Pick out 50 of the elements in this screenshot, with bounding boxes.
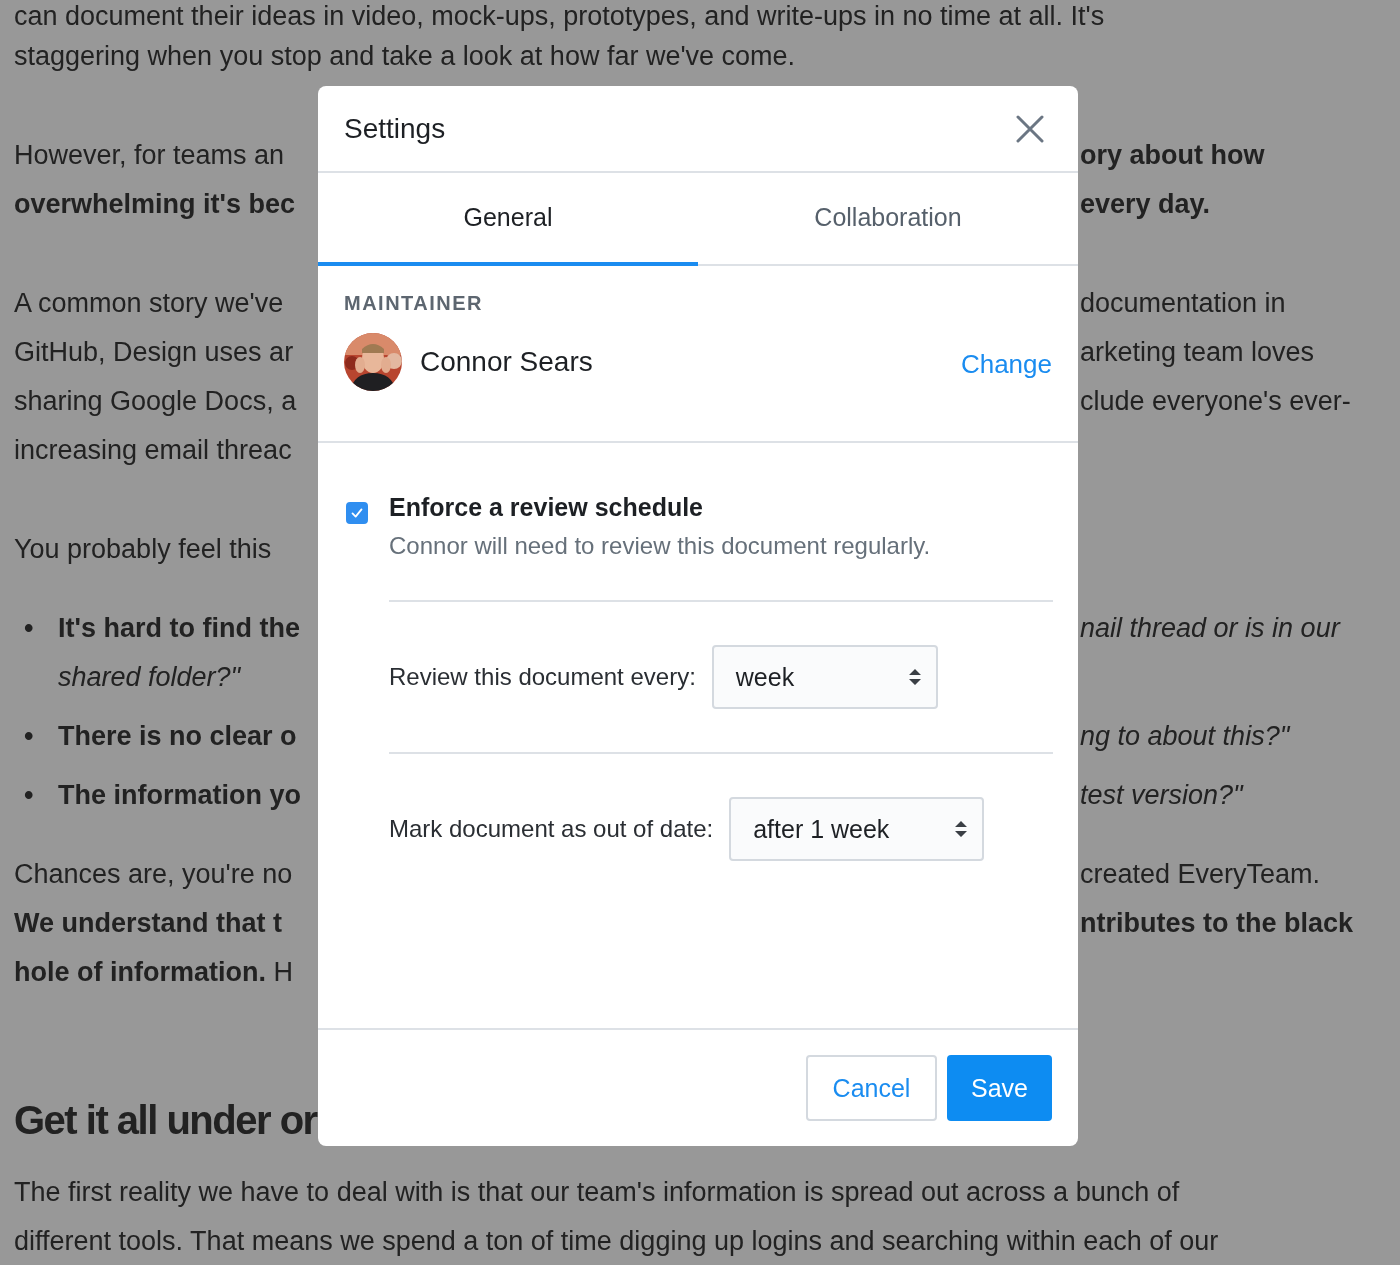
field-label: Mark document as out of date: (389, 815, 714, 843)
paragraph-fragment: We understand that t (14, 908, 282, 939)
paragraph-fragment: ng to about this?" (1080, 721, 1290, 751)
paragraph-line: can document their ideas in video, mock-ups, prototypes, and write-ups in no time at all. It's (13, 1, 1105, 32)
option-description: Connor will need to review this document regularly. (389, 532, 931, 560)
paragraph-fragment: increasing email threac (14, 435, 292, 466)
paragraph-fragment: every day. (1080, 189, 1211, 219)
paragraph-fragment: overwhelming it's bec (14, 189, 295, 220)
dialog-title: Settings (344, 112, 446, 145)
cancel-button[interactable]: Cancel (806, 1055, 937, 1121)
paragraph-fragment: created EveryTeam. (1080, 859, 1321, 889)
select-field[interactable]: after 1 week (729, 797, 985, 861)
paragraph-fragment: There is no clear o (58, 721, 297, 752)
paragraph-fragment: The information yo (58, 780, 301, 811)
section-label: MAINTAINER (344, 292, 485, 315)
field-label: Review this document every: (389, 663, 696, 691)
paragraph-fragment: hole of information. H (14, 957, 293, 988)
change-link[interactable]: Change (960, 348, 1052, 380)
bullet: • (24, 613, 34, 644)
paragraph-fragment: arketing team loves (1080, 337, 1315, 367)
save-button[interactable]: Save (947, 1055, 1052, 1121)
paragraph-line: staggering when you stop and take a look at how far we've come. (13, 41, 796, 72)
sort-icon (954, 819, 969, 839)
paragraph-fragment: A common story we've (14, 288, 284, 319)
paragraph-fragment: shared folder?" (58, 662, 241, 693)
paragraph-fragment: nail thread or is in our (1080, 613, 1340, 643)
tab[interactable]: General (318, 173, 698, 266)
paragraph-line: different tools. That means we spend a ton of time digging up logins and searching within each of our (13, 1226, 1219, 1257)
close-icon[interactable] (1016, 114, 1044, 143)
paragraph-line: The first reality we have to deal with is that our team's information is spread out across a bunch of (13, 1177, 1180, 1208)
paragraph-fragment: clude everyone's ever- (1080, 386, 1351, 416)
paragraph-fragment: GitHub, Design uses ar (14, 337, 294, 368)
option-title: Enforce a review schedule (389, 493, 705, 522)
select-field[interactable]: week (711, 645, 938, 709)
paragraph-fragment: However, for teams an (14, 140, 285, 171)
paragraph-fragment: ory about how (1080, 140, 1265, 170)
maintainer-name: Connor Sears (420, 346, 594, 378)
heading: Get it all under or (14, 1098, 317, 1143)
paragraph-fragment: ntributes to the black (1080, 908, 1354, 938)
paragraph-fragment: test version?" (1080, 780, 1243, 810)
sort-icon (907, 667, 922, 687)
paragraph-fragment: Chances are, you're no (14, 859, 293, 890)
paragraph-fragment: It's hard to find the (58, 613, 300, 644)
bullet: • (24, 721, 34, 752)
paragraph-fragment: sharing Google Docs, a (14, 386, 297, 417)
paragraph-fragment: You probably feel this (14, 534, 272, 565)
checkbox[interactable] (346, 502, 368, 524)
bullet: • (24, 780, 34, 811)
tab[interactable]: Collaboration (698, 173, 1078, 266)
paragraph-fragment: documentation in (1080, 288, 1286, 318)
